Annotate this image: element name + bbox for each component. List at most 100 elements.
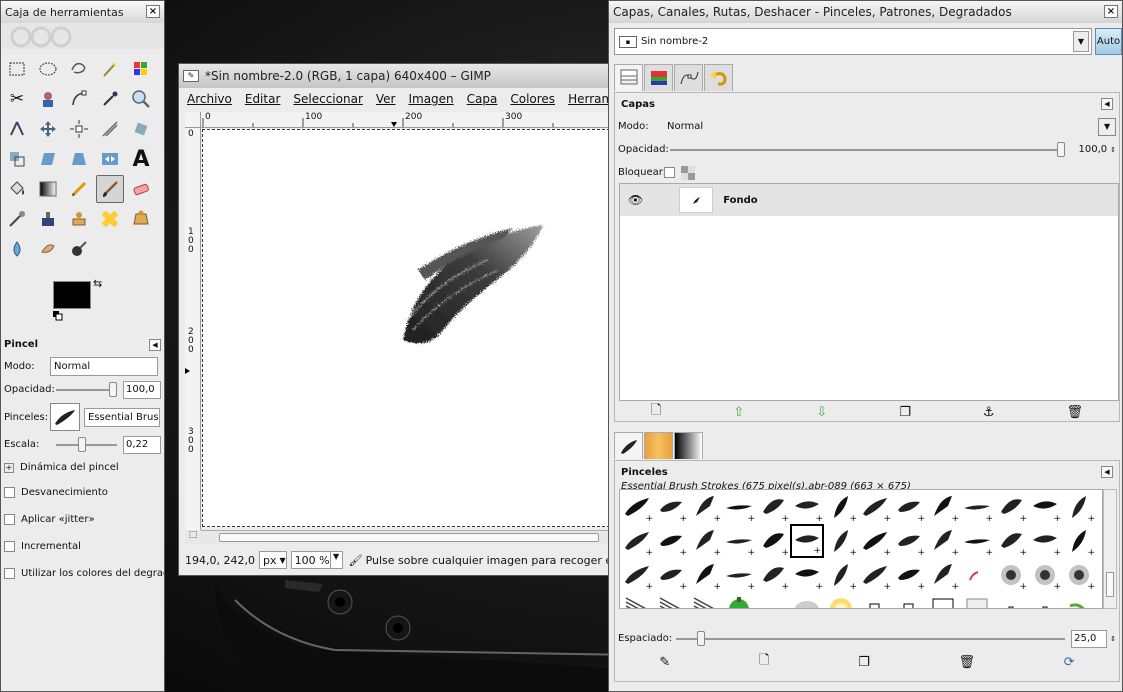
- menu-editar[interactable]: Editar: [245, 92, 281, 106]
- gradient-colors-checkbox[interactable]: [4, 568, 15, 579]
- paths-tab-icon[interactable]: [674, 64, 703, 91]
- brush-thumbnail[interactable]: +: [926, 490, 960, 524]
- color-area[interactable]: ⇆: [53, 277, 113, 329]
- unit-dropdown-arrow-icon[interactable]: ▼: [279, 556, 285, 565]
- swap-colors-icon[interactable]: ⇆: [93, 277, 102, 290]
- brush-thumbnail[interactable]: +: [1028, 490, 1062, 524]
- horizontal-scroll-thumb[interactable]: [219, 533, 599, 542]
- text-icon[interactable]: A: [127, 145, 155, 173]
- brush-thumbnail[interactable]: +: [994, 490, 1028, 524]
- brush-thumbnail[interactable]: +: [824, 524, 858, 558]
- toolbox-titlebar[interactable]: Caja de herramientas: [1, 1, 164, 23]
- raise-layer-icon[interactable]: ⇧: [733, 405, 744, 420]
- jitter-checkbox[interactable]: [4, 514, 15, 525]
- brush-thumbnail[interactable]: +: [790, 592, 824, 608]
- scissors-select-icon[interactable]: ✂: [3, 85, 31, 113]
- layer-row[interactable]: 👁 Fondo: [620, 184, 1118, 216]
- brush-thumbnail[interactable]: +: [994, 524, 1028, 558]
- brush-preview-button[interactable]: [50, 403, 80, 431]
- visibility-eye-icon[interactable]: 👁: [628, 193, 643, 207]
- fuzzy-select-icon[interactable]: [96, 55, 124, 83]
- brush-grid[interactable]: + + + + + + + + + + + + + + + + + + + + + + + + + + + + + + + + + + + + + + + +…: [619, 489, 1103, 609]
- brush-thumbnail[interactable]: +: [722, 490, 756, 524]
- ink-icon[interactable]: [34, 205, 62, 233]
- scale-spinbox[interactable]: 0,22: [123, 435, 161, 454]
- move-icon[interactable]: [34, 115, 62, 143]
- unit-select[interactable]: px ▼: [258, 551, 287, 569]
- delete-brush-icon[interactable]: 🗑: [958, 655, 975, 670]
- perspective-clone-icon[interactable]: [127, 205, 155, 233]
- dock-titlebar[interactable]: Capas, Canales, Rutas, Deshacer - Pincel…: [609, 1, 1122, 23]
- brush-thumbnail[interactable]: [1062, 592, 1096, 608]
- ellipse-select-icon[interactable]: [34, 55, 62, 83]
- blend-icon[interactable]: [34, 175, 62, 203]
- toolbox-close-button[interactable]: ×: [146, 5, 160, 18]
- dodge-burn-icon[interactable]: [65, 235, 93, 263]
- brushes-scroll-thumb[interactable]: [1106, 572, 1114, 597]
- spacing-slider[interactable]: [676, 630, 1066, 646]
- color-select-icon[interactable]: [127, 55, 155, 83]
- brush-thumbnail[interactable]: +: [858, 558, 892, 592]
- brush-thumbnail[interactable]: [926, 592, 960, 608]
- quickmask-toggle[interactable]: ⬚: [185, 530, 201, 544]
- brushes-menu-icon[interactable]: ◀: [1101, 466, 1113, 478]
- duplicate-brush-icon[interactable]: ❐: [858, 655, 870, 670]
- color-picker-icon[interactable]: [96, 85, 124, 113]
- brush-thumbnail[interactable]: +: [654, 490, 688, 524]
- brush-thumbnail[interactable]: +: [722, 524, 756, 558]
- brush-thumbnail[interactable]: +: [722, 592, 756, 608]
- clone-icon[interactable]: [65, 205, 93, 233]
- undo-tab-icon[interactable]: [704, 64, 733, 91]
- brush-thumbnail[interactable]: +: [1062, 490, 1096, 524]
- fade-checkbox[interactable]: [4, 487, 15, 498]
- brush-thumbnail[interactable]: +: [688, 524, 722, 558]
- bucket-fill-icon[interactable]: [3, 175, 31, 203]
- brush-thumbnail[interactable]: +: [1028, 558, 1062, 592]
- opacity-spinbox[interactable]: 100,0: [123, 380, 161, 399]
- brush-thumbnail[interactable]: [858, 592, 892, 608]
- brush-thumbnail[interactable]: +: [790, 524, 824, 558]
- brush-thumbnail[interactable]: [892, 592, 926, 608]
- brush-thumbnail[interactable]: +: [1062, 558, 1096, 592]
- scale-slider-handle[interactable]: [78, 436, 86, 452]
- brush-thumbnail[interactable]: +: [994, 558, 1028, 592]
- lower-layer-icon[interactable]: ⇩: [816, 405, 827, 420]
- brush-thumbnail[interactable]: +: [926, 524, 960, 558]
- zoom-select[interactable]: 100 % ▼: [290, 551, 343, 569]
- brush-thumbnail[interactable]: +: [756, 524, 790, 558]
- expand-plus-icon[interactable]: +: [4, 462, 14, 473]
- foreground-select-icon[interactable]: [34, 85, 62, 113]
- opacity-slider-handle[interactable]: [109, 381, 117, 397]
- heal-icon[interactable]: [96, 205, 124, 233]
- layer-opacity-spin-icon[interactable]: ⇕: [1110, 146, 1116, 154]
- foreground-color-swatch[interactable]: [53, 281, 91, 309]
- brush-thumbnail[interactable]: +: [790, 558, 824, 592]
- perspective-icon[interactable]: [65, 145, 93, 173]
- blur-icon[interactable]: [3, 235, 31, 263]
- brush-thumbnail[interactable]: +: [688, 558, 722, 592]
- layer-opacity-handle[interactable]: [1057, 141, 1066, 157]
- brush-thumbnail[interactable]: +: [654, 524, 688, 558]
- brush-thumbnail[interactable]: +: [858, 490, 892, 524]
- brush-thumbnail[interactable]: +: [892, 558, 926, 592]
- brush-thumbnail[interactable]: +: [620, 524, 654, 558]
- spacing-spin-icon[interactable]: ⇕: [1110, 635, 1116, 643]
- auto-button[interactable]: Auto: [1095, 28, 1122, 55]
- lock-pixels-checkbox[interactable]: [664, 167, 675, 178]
- menu-imagen[interactable]: Imagen: [408, 92, 453, 106]
- new-layer-icon[interactable]: 🗋: [651, 401, 661, 423]
- layers-tab-icon[interactable]: [614, 64, 643, 91]
- brush-thumbnail[interactable]: +: [892, 524, 926, 558]
- layer-mode-select[interactable]: Normal: [664, 117, 1098, 136]
- brush-thumbnail[interactable]: +: [824, 490, 858, 524]
- tool-options-menu-icon[interactable]: ◀: [149, 339, 161, 351]
- brush-thumbnail[interactable]: [756, 592, 790, 608]
- brush-thumbnail[interactable]: +: [654, 592, 688, 608]
- anchor-layer-icon[interactable]: ⚓: [983, 405, 995, 420]
- brush-thumbnail[interactable]: +: [722, 558, 756, 592]
- layer-mode-arrow-icon[interactable]: ▼: [1098, 117, 1116, 136]
- menu-capa[interactable]: Capa: [467, 92, 498, 106]
- menu-archivo[interactable]: Archivo: [187, 92, 232, 106]
- spacing-slider-handle[interactable]: [696, 630, 705, 646]
- zoom-dropdown-arrow-icon[interactable]: ▼: [329, 552, 342, 568]
